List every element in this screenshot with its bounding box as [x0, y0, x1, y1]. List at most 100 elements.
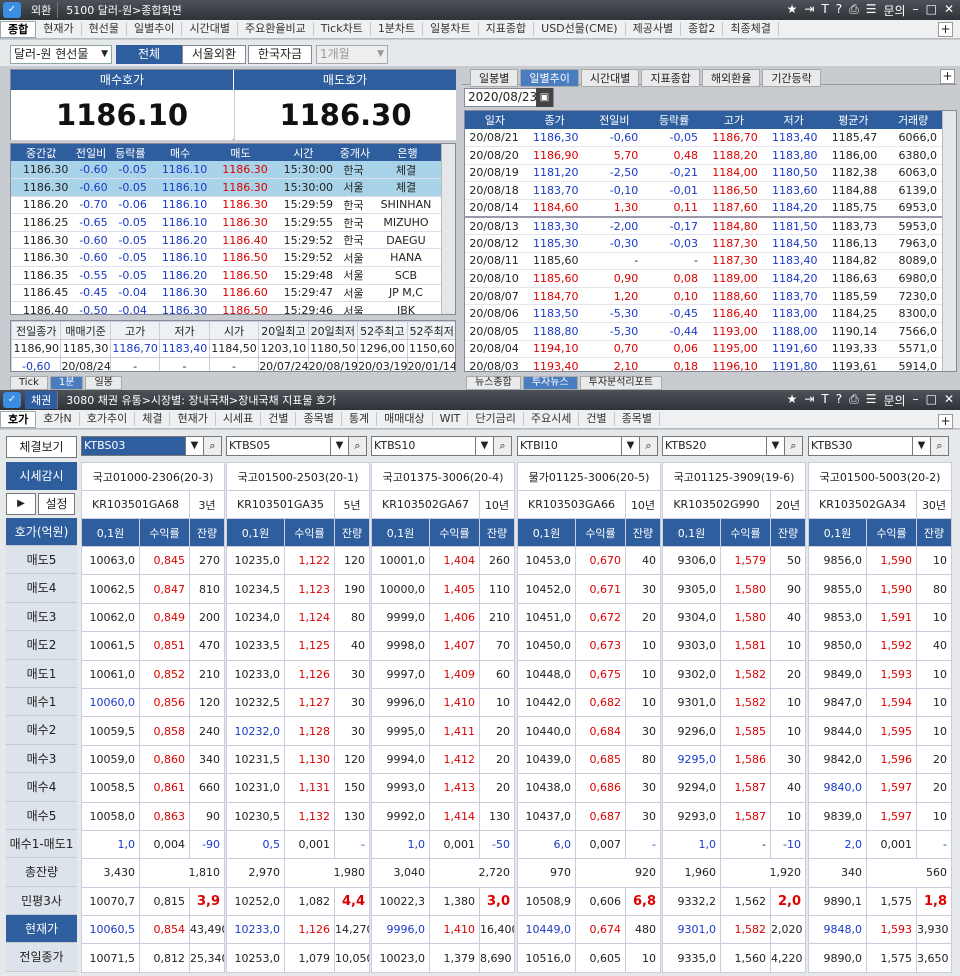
maximize-icon[interactable]: □ — [926, 392, 937, 409]
right-tab-1[interactable]: 일별추이 — [520, 69, 579, 87]
ask-row[interactable]: 9850,0 1,592 40 — [808, 631, 953, 661]
ask-row[interactable]: 10000,0 1,405 110 — [371, 574, 516, 604]
tab-7[interactable]: 종목별 — [296, 412, 342, 426]
ask-row[interactable]: 10451,0 0,672 20 — [517, 602, 662, 633]
tab-11[interactable]: 단기금리 — [468, 412, 524, 426]
bid-row[interactable]: 10059,5 0,858 240 — [81, 716, 226, 746]
help-icon[interactable]: ? — [836, 392, 842, 409]
ask-row[interactable]: 9306,0 1,579 50 — [662, 545, 807, 576]
right-add-button[interactable]: + — [940, 69, 955, 84]
current-row[interactable]: 9848,0 1,593 3,930 — [808, 915, 953, 945]
tab-12[interactable]: 주요시세 — [524, 412, 580, 426]
bid-row[interactable]: 9840,0 1,597 20 — [808, 773, 953, 803]
tab-14[interactable]: 종목별 — [615, 412, 660, 426]
tab-3[interactable]: 일별추이 — [127, 22, 183, 36]
help-icon[interactable]: ? — [836, 2, 842, 19]
tab-3[interactable]: 체결 — [135, 412, 171, 426]
bid-row[interactable]: 9839,0 1,597 10 — [808, 801, 953, 831]
ask-row[interactable]: 10453,0 0,670 40 — [517, 545, 662, 576]
search-icon[interactable]: ⌕ — [494, 436, 512, 456]
text-icon[interactable]: T — [821, 2, 828, 19]
tab-4[interactable]: 현재가 — [170, 412, 216, 426]
ask-row[interactable]: 10061,5 0,851 470 — [81, 631, 226, 661]
ask-row[interactable]: 9849,0 1,593 10 — [808, 659, 953, 689]
tab-9[interactable]: 매매대상 — [377, 412, 433, 426]
bond-code-input[interactable]: KTBS03 — [81, 436, 186, 456]
ask-row[interactable]: 9999,0 1,406 210 — [371, 602, 516, 633]
bid-row[interactable]: 9293,0 1,587 10 — [662, 801, 807, 831]
tab-2[interactable]: 호가추이 — [80, 412, 136, 426]
add-tab-button[interactable]: + — [938, 22, 953, 37]
table-row[interactable]: 20/08/04 1194,10 0,70 0,06 1195,00 1191,60 119… — [465, 340, 943, 359]
tab-8[interactable]: 통계 — [342, 412, 378, 426]
table-row[interactable]: 20/08/05 1188,80 -5,30 -0,44 1193,00 1188,00 1… — [465, 322, 943, 341]
list-icon[interactable]: ☰ — [866, 392, 877, 409]
table-row[interactable]: 1186.30 -0.60 -0.05 1186.20 1186.40 15:29:52 한… — [11, 231, 441, 250]
inquiry-button[interactable]: 문의 — [884, 392, 906, 409]
tab-7[interactable]: 1분차트 — [371, 22, 424, 36]
tab-5[interactable]: 주요환율비교 — [238, 22, 314, 36]
table-row[interactable]: 20/08/21 1186,30 -0,60 -0,05 1186,70 1183,40 1… — [465, 129, 943, 148]
bid-row[interactable]: 10438,0 0,686 30 — [517, 773, 662, 803]
bid-row[interactable]: 10437,0 0,687 30 — [517, 801, 662, 831]
chevron-down-icon[interactable]: ▼ — [331, 436, 349, 456]
add-tab-button[interactable]: + — [938, 414, 953, 429]
bid-row[interactable]: 10058,0 0,863 90 — [81, 801, 226, 831]
table-row[interactable]: 20/08/13 1183,30 -2,00 -0,17 1184,80 1181,50 1… — [465, 216, 943, 236]
chart-tab-0[interactable]: Tick — [10, 376, 48, 390]
bid-row[interactable]: 9995,0 1,411 20 — [371, 716, 516, 746]
search-icon[interactable]: ⌕ — [785, 436, 803, 456]
trade-view-button[interactable]: 체결보기 — [6, 436, 77, 458]
bid-row[interactable]: 10231,5 1,130 120 — [226, 744, 371, 775]
bond-code-input[interactable]: KTBS30 — [808, 436, 913, 456]
news-tab-2[interactable]: 투자분석리포트 — [579, 376, 663, 390]
table-row[interactable]: 20/08/20 1186,90 5,70 0,48 1188,20 1183,80 118… — [465, 146, 943, 165]
bond-code-input[interactable]: KTBS10 — [371, 436, 476, 456]
ask-row[interactable]: 10062,0 0,849 200 — [81, 602, 226, 633]
ask-row[interactable]: 9855,0 1,590 80 — [808, 574, 953, 604]
news-tab-0[interactable]: 뉴스종합 — [466, 376, 521, 390]
spread-row[interactable]: 1,0 0,004 -90 — [81, 829, 226, 860]
prev-row[interactable]: 9890,0 1,575 3,650 — [808, 943, 953, 973]
bid-row[interactable]: 9993,0 1,413 20 — [371, 773, 516, 803]
tab-13[interactable]: 건별 — [579, 412, 615, 426]
bond-code-input[interactable]: KTBS20 — [662, 436, 767, 456]
link-icon[interactable]: ⇥ — [804, 392, 814, 409]
ask-row[interactable]: 10448,0 0,675 10 — [517, 659, 662, 689]
tab-0[interactable]: 호가 — [0, 410, 37, 428]
bid-row[interactable]: 9847,0 1,594 10 — [808, 687, 953, 718]
prev-row[interactable]: 10023,0 1,379 8,690 — [371, 943, 516, 973]
ask-row[interactable]: 10235,0 1,122 120 — [226, 545, 371, 576]
table-row[interactable]: 1186.45 -0.45 -0.04 1186.30 1186.60 15:29:47 서… — [11, 284, 441, 303]
tab-8[interactable]: 일봉차트 — [423, 22, 479, 36]
search-icon[interactable]: ⌕ — [204, 436, 222, 456]
ask-row[interactable]: 10452,0 0,671 30 — [517, 574, 662, 604]
table-row[interactable]: 1186.35 -0.55 -0.05 1186.20 1186.50 15:29:48 서… — [11, 266, 441, 285]
bid-row[interactable]: 10232,0 1,128 30 — [226, 716, 371, 746]
spread-row[interactable]: 1,0 0,001 -50 — [371, 829, 516, 860]
bid-row[interactable]: 10232,5 1,127 30 — [226, 687, 371, 718]
bid-row[interactable]: 9295,0 1,586 30 — [662, 744, 807, 775]
table-row[interactable]: 20/08/12 1185,30 -0,30 -0,03 1187,30 1184,50 1… — [465, 234, 943, 253]
ask-row[interactable]: 10233,5 1,125 40 — [226, 631, 371, 661]
ask-row[interactable]: 9998,0 1,407 70 — [371, 631, 516, 661]
korea-button[interactable]: 한국자금 — [248, 45, 312, 64]
bid-row[interactable]: 9842,0 1,596 20 — [808, 744, 953, 775]
ask-row[interactable]: 9997,0 1,409 60 — [371, 659, 516, 689]
chevron-down-icon[interactable]: ▼ — [913, 436, 931, 456]
prev-row[interactable]: 10253,01,07910,050 — [226, 943, 371, 973]
maximize-icon[interactable]: □ — [926, 2, 937, 19]
current-row[interactable]: 9996,01,41016,400 — [371, 915, 516, 945]
table-row[interactable]: 1186.30 -0.60 -0.05 1186.10 1186.50 15:29:52 서… — [11, 248, 441, 268]
chart-tab-1[interactable]: 1분 — [49, 376, 84, 390]
tab-10[interactable]: WIT — [433, 412, 469, 426]
ask-row[interactable]: 10063,0 0,845 270 — [81, 545, 226, 576]
bid-row[interactable]: 9296,0 1,585 10 — [662, 716, 807, 746]
ask-row[interactable]: 10234,5 1,123 190 — [226, 574, 371, 604]
print-icon[interactable]: ⎙ — [849, 392, 859, 409]
tab-2[interactable]: 현선물 — [82, 22, 127, 36]
search-icon[interactable]: ⌕ — [931, 436, 949, 456]
inquiry-button[interactable]: 문의 — [884, 2, 906, 19]
tab-0[interactable]: 종합 — [0, 20, 37, 38]
current-row[interactable]: 10060,50,85443,490 — [81, 915, 226, 945]
